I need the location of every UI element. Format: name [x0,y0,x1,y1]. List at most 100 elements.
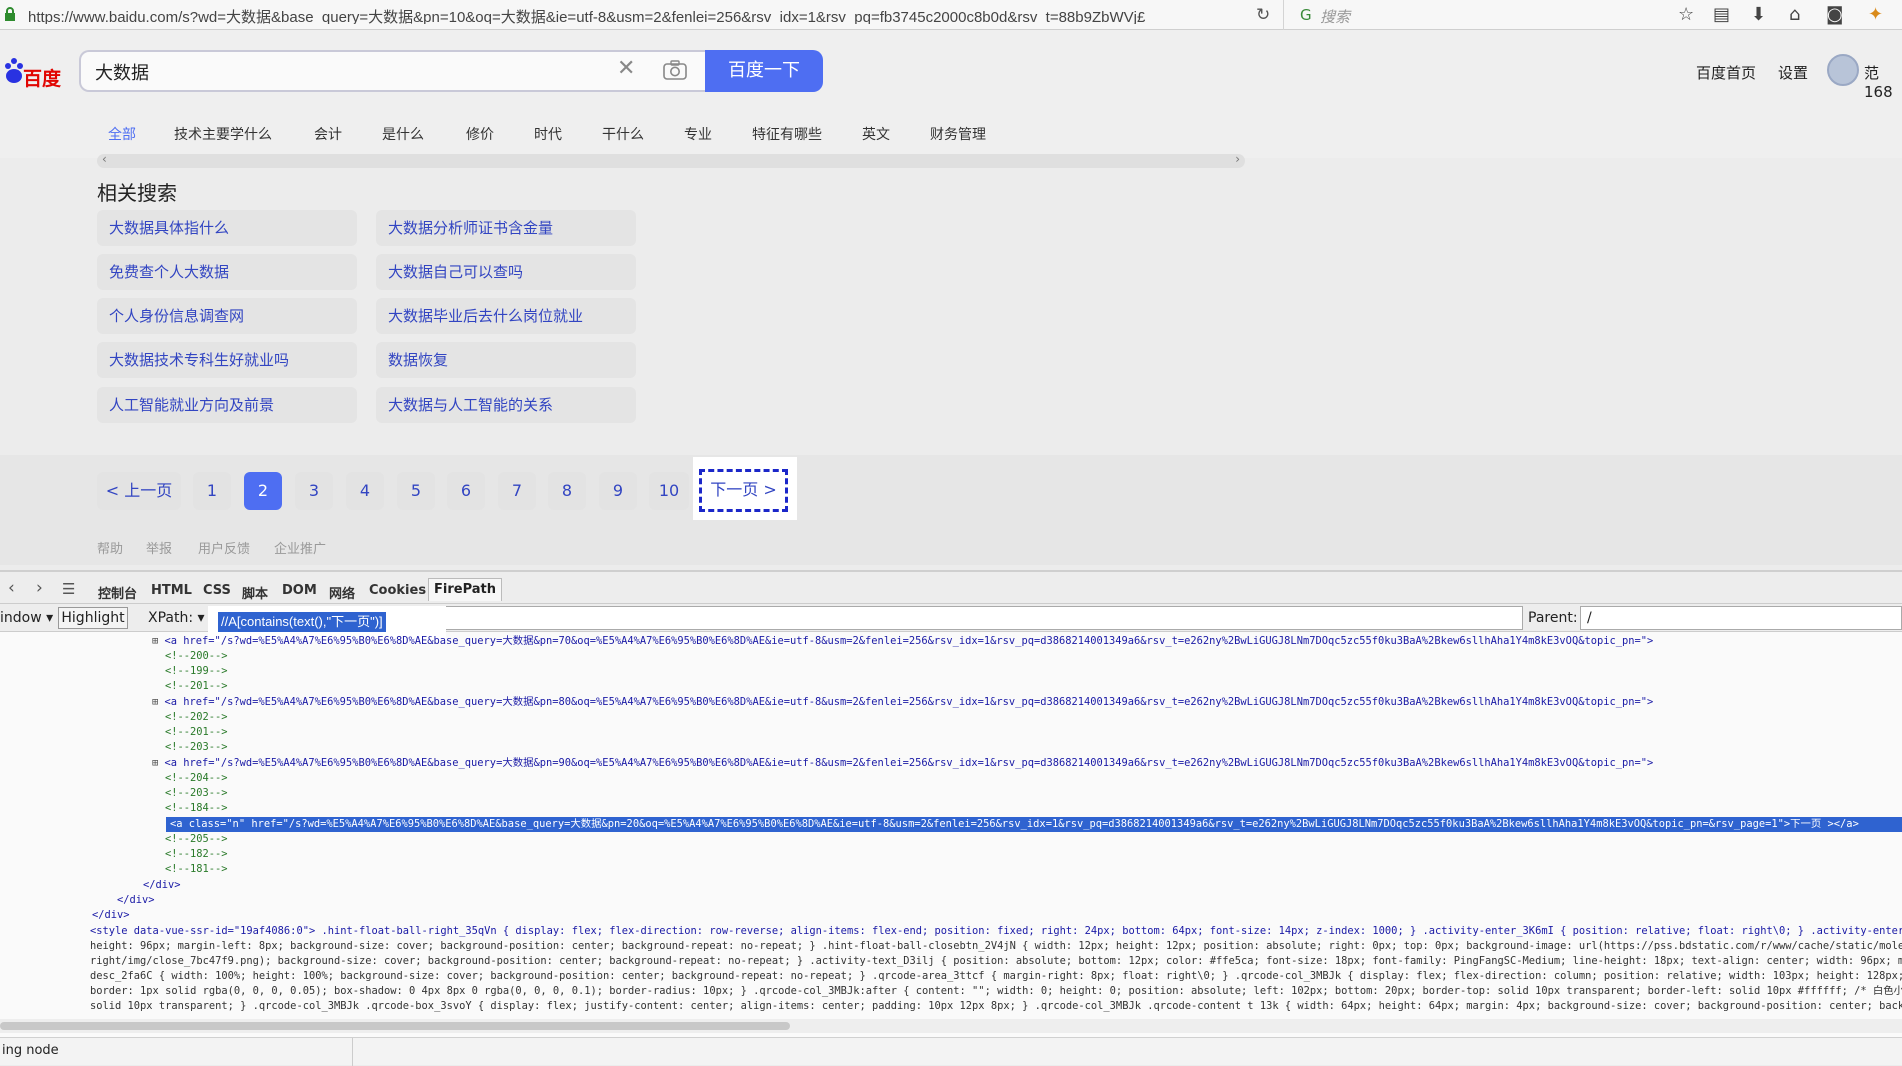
tab-item[interactable]: 修价 [466,124,494,144]
tab-item[interactable]: 是什么 [382,124,424,144]
baidu-logo[interactable]: 百度 [0,52,66,92]
prev-page-button[interactable]: < 上一页 [97,472,181,510]
forward-icon[interactable]: › [36,578,43,598]
html-tree: ⊞ <a href="/s?wd=%E5%A4%A7%E6%95%B0%E6%8… [0,634,1902,1024]
pocket-icon[interactable]: ◙ [1826,4,1843,25]
tree-comment: <!--181--> [165,863,228,875]
browser-toolbar: https://www.baidu.com/s?wd=大数据&base_quer… [0,0,1902,30]
clear-icon[interactable]: ✕ [617,56,635,81]
related-item[interactable]: 个人身份信息调查网 [97,298,357,334]
tab-firepath[interactable]: FirePath ▾ [428,578,502,619]
home-link[interactable]: 百度首页 [1696,62,1756,83]
tab-console[interactable]: 控制台 [98,583,137,602]
page-number[interactable]: 7 [498,472,536,510]
camera-icon[interactable] [663,60,687,80]
search-engine-icon: G [1300,6,1312,24]
tab-css[interactable]: CSS [203,583,231,598]
related-item[interactable]: 大数据与人工智能的关系 [376,387,636,423]
related-item[interactable]: 大数据技术专科生好就业吗 [97,342,357,378]
tab-script[interactable]: 脚本 [242,583,268,602]
tree-style-text: right/img/close_7bc47f9.png); background… [90,955,1902,967]
related-item[interactable]: 人工智能就业方向及前景 [97,387,357,423]
related-item[interactable]: 免费查个人大数据 [97,254,357,290]
tab-item[interactable]: 干什么 [602,124,644,144]
related-item[interactable]: 大数据具体指什么 [97,210,357,246]
page-number[interactable]: 3 [295,472,333,510]
tree-style-node[interactable]: <style data-vue-ssr-id="19af4086:0"> .hi… [90,924,1902,939]
browser-search-box[interactable]: G 搜索 [1290,4,1660,26]
tab-item[interactable]: 专业 [684,124,712,144]
tree-comment: <!--202--> [165,711,228,723]
page-number[interactable]: 6 [447,472,485,510]
footer-link[interactable]: 帮助 [97,538,123,557]
tree-comment: <!--203--> [165,741,228,753]
next-page-button[interactable]: 下一页 > [699,469,788,512]
home-icon[interactable]: ⌂ [1789,4,1800,25]
search-button[interactable]: 百度一下 [705,50,823,92]
tree-style-text: border: 1px solid rgba(0, 0, 0, 0.05); b… [90,985,1902,997]
window-selector[interactable]: indow ▾ [0,610,53,626]
chevron-right-icon[interactable]: › [1235,152,1240,166]
download-icon[interactable]: ⬇ [1751,4,1766,25]
page-number[interactable]: 5 [397,472,435,510]
parent-label: Parent: [1528,610,1578,626]
related-item[interactable]: 数据恢复 [376,342,636,378]
tab-item[interactable]: 会计 [314,124,342,144]
browser-search-placeholder: 搜索 [1320,8,1351,26]
footer-link[interactable]: 用户反馈 [198,538,250,557]
tree-comment: <!--203--> [165,787,228,799]
page-number[interactable]: 4 [346,472,384,510]
tab-html[interactable]: HTML [151,583,192,598]
related-item[interactable]: 大数据分析师证书含金量 [376,210,636,246]
tab-network[interactable]: 网络 [329,583,355,602]
parent-field[interactable]: / [1580,606,1902,630]
horizontal-scrollbar[interactable] [0,1019,1902,1033]
tab-item[interactable]: 英文 [862,124,890,144]
tree-node-selected[interactable]: <a class="n" href="/s?wd=%E5%A4%A7%E6%95… [166,817,1902,832]
footer-link[interactable]: 举报 [146,538,172,557]
search-tabs: 全部 技术主要学什么 会计 是什么 修价 时代 干什么 专业 特征有哪些 英文 … [96,114,1246,144]
tab-item[interactable]: 技术主要学什么 [174,124,272,144]
related-item[interactable]: 大数据毕业后去什么岗位就业 [376,298,636,334]
devtools-tabbar: ‹ › ☰ 控制台 HTML CSS 脚本 DOM 网络 Cookies Fir… [0,572,1902,619]
tab-all[interactable]: 全部 [108,124,136,144]
reading-list-icon[interactable]: ▤ [1713,4,1730,25]
avatar[interactable] [1827,54,1859,86]
back-icon[interactable]: ‹ [8,578,15,598]
xpath-selector[interactable]: XPath: ▾ [148,610,205,626]
page-number[interactable]: 9 [599,472,637,510]
settings-link[interactable]: 设置 [1778,62,1808,83]
tree-node[interactable]: ⊞ <a href="/s?wd=%E5%A4%A7%E6%95%B0%E6%8… [152,756,1653,771]
tab-item[interactable]: 财务管理 [930,124,986,144]
page-number[interactable]: 8 [548,472,586,510]
related-item[interactable]: 大数据自己可以查吗 [376,254,636,290]
tree-close-tag: </div> [92,909,130,921]
scrollbar-thumb[interactable] [0,1022,790,1030]
tree-style-text: desc_2fa6C { width: 100%; height: 100%; … [90,970,1902,982]
extension-icon[interactable]: ✦ [1868,4,1883,25]
tab-item[interactable]: 时代 [534,124,562,144]
command-line-icon[interactable]: ☰ [62,580,75,598]
tab-cookies[interactable]: Cookies [369,583,426,598]
address-bar[interactable]: https://www.baidu.com/s?wd=大数据&base_quer… [28,6,1223,24]
tab-dom[interactable]: DOM [282,583,317,598]
tree-comment: <!--204--> [165,772,228,784]
username[interactable]: 范168 [1864,62,1902,101]
chevron-left-icon[interactable]: ‹ [102,152,107,166]
tree-node[interactable]: ⊞ <a href="/s?wd=%E5%A4%A7%E6%95%B0%E6%8… [152,634,1653,649]
tree-comment: <!--201--> [165,726,228,738]
reload-icon[interactable]: ↻ [1256,5,1270,25]
highlight-button[interactable]: Highlight [58,607,128,629]
bookmark-star-icon[interactable]: ☆ [1678,4,1694,25]
footer-link[interactable]: 企业推广 [274,538,326,557]
tabs-scrollbar[interactable]: ‹ › [97,152,1245,168]
tree-node[interactable]: ⊞ <a href="/s?wd=%E5%A4%A7%E6%95%B0%E6%8… [152,695,1653,710]
tree-close-tag: </div> [143,879,181,891]
tree-style-text: solid 10px transparent; } .qrcode-col_3M… [90,1000,1902,1012]
xpath-value[interactable]: //A[contains(text(),"下一页")] [218,612,386,632]
page-number[interactable]: 10 [649,472,689,510]
search-input[interactable] [95,60,595,84]
page-number[interactable]: 1 [193,472,231,510]
page-number-current[interactable]: 2 [244,472,282,510]
tab-item[interactable]: 特征有哪些 [752,124,822,144]
